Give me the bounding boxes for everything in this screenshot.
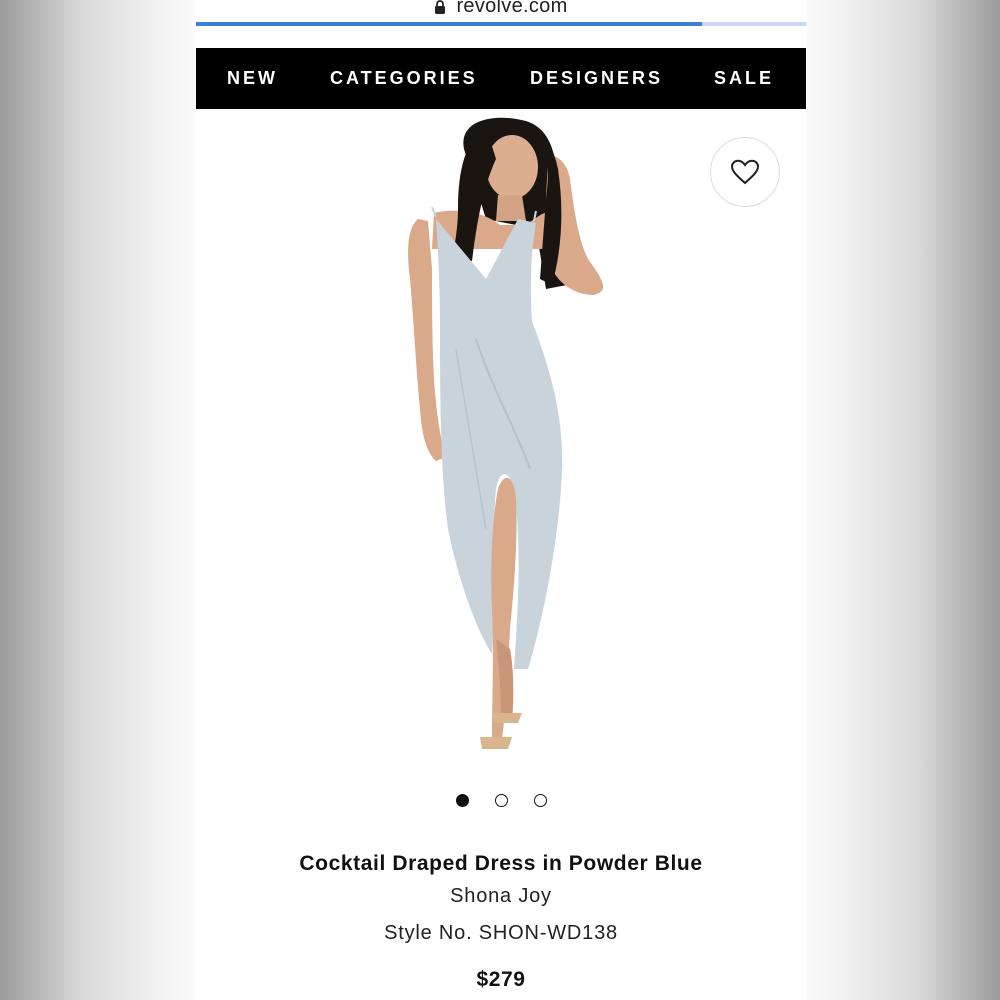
wishlist-button[interactable] [710, 137, 780, 207]
main-nav: NEW CATEGORIES DESIGNERS SALE [196, 48, 806, 109]
carousel-dot-1[interactable] [455, 794, 469, 807]
style-number: Style No. SHON-WD138 [384, 922, 618, 944]
product-price: $279 [476, 968, 526, 991]
product-image[interactable] [196, 109, 806, 769]
mobile-page: revolve.com NEW CATEGORIES DESIGNERS SAL… [196, 0, 806, 1000]
page-load-progress [196, 22, 806, 26]
nav-item-designers[interactable]: DESIGNERS [530, 68, 663, 89]
progress-fill [196, 22, 703, 26]
nav-item-sale[interactable]: SALE [714, 68, 774, 89]
url-text: revolve.com [456, 0, 568, 17]
url-bar[interactable]: revolve.com [196, 0, 806, 22]
model-photo [408, 117, 604, 749]
lock-icon [435, 0, 446, 14]
heart-icon [730, 159, 760, 185]
product-title: Cocktail Draped Dress in Powder Blue [299, 852, 703, 875]
carousel-dot-3[interactable] [533, 794, 547, 807]
nav-item-new[interactable]: NEW [227, 68, 278, 89]
nav-item-categories[interactable]: CATEGORIES [330, 68, 478, 89]
image-carousel-dots [196, 794, 806, 808]
designer-link[interactable]: Shona Joy [196, 885, 806, 908]
carousel-dot-2[interactable] [494, 794, 508, 807]
